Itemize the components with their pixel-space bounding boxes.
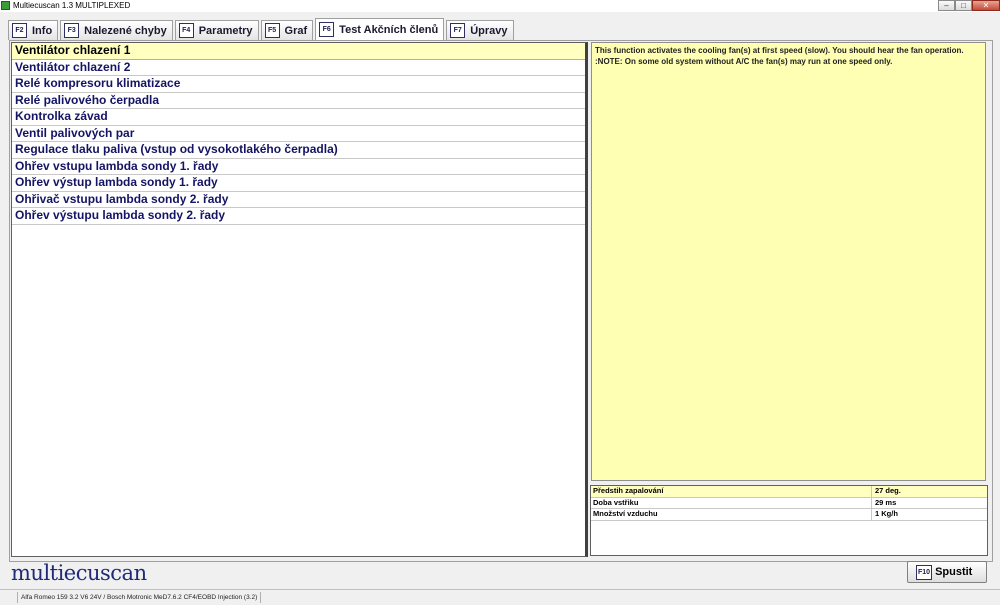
list-item[interactable]: Ohřivač vstupu lambda sondy 2. řady <box>12 192 585 208</box>
tab-label: Parametry <box>198 24 253 37</box>
description-panel: This function activates the cooling fan(… <box>591 42 986 481</box>
tab-graph[interactable]: F5 Graf <box>260 20 314 40</box>
tab-parameters[interactable]: F4 Parametry <box>174 20 259 40</box>
param-value: 27 deg. <box>875 486 901 495</box>
list-item[interactable]: Ohřev výstup lambda sondy 1. řady <box>12 175 585 192</box>
tab-faults[interactable]: F3 Nalezené chyby <box>60 20 173 40</box>
f5-key-icon: F5 <box>264 23 280 38</box>
window-controls: – □ ✕ <box>938 0 1000 11</box>
f3-key-icon: F3 <box>64 23 80 38</box>
f2-key-icon: F2 <box>12 23 27 38</box>
tab-label: Nalezené chyby <box>84 24 167 37</box>
title-bar: Multiecuscan 1.3 MULTIPLEXED – □ ✕ <box>0 0 1000 12</box>
list-item[interactable]: Ohřev výstupu lambda sondy 2. řady <box>12 208 585 225</box>
param-name: Doba vstřiku <box>591 497 872 508</box>
description-note: :NOTE: On some old system without A/C th… <box>595 57 893 66</box>
table-row[interactable]: Předstih zapalování 27 deg. <box>591 486 987 498</box>
tab-actuator-test[interactable]: F6 Test Akčních členů <box>315 18 445 40</box>
run-button-label: Spustit <box>935 566 973 578</box>
run-button[interactable]: F10 Spustit <box>907 561 987 583</box>
table-row[interactable]: Množství vzduchu 1 Kg/h <box>591 509 987 521</box>
tab-label: Graf <box>284 24 308 37</box>
tab-label: Info <box>32 24 53 37</box>
parameters-table: Předstih zapalování 27 deg. Doba vstřiku… <box>590 485 988 556</box>
f4-key-icon: F4 <box>178 23 194 38</box>
f6-key-icon: F6 <box>319 22 335 37</box>
tab-bar: F2 Info F3 Nalezené chyby F4 Parametry F… <box>8 18 516 40</box>
list-item[interactable]: Ventilátor chlazení 2 <box>12 60 585 76</box>
maximize-button[interactable]: □ <box>955 0 972 11</box>
tab-info[interactable]: F2 Info <box>8 20 59 40</box>
param-value: 29 ms <box>875 497 897 507</box>
minimize-button[interactable]: – <box>938 0 955 11</box>
close-button[interactable]: ✕ <box>972 0 1000 11</box>
list-item[interactable]: Kontrolka závad <box>12 109 585 126</box>
list-item[interactable]: Relé kompresoru klimatizace <box>12 76 585 93</box>
param-name: Předstih zapalování <box>591 486 872 497</box>
app-icon <box>1 1 10 10</box>
list-item[interactable]: Relé palivového čerpadla <box>12 93 585 109</box>
tab-label: Úpravy <box>470 24 508 37</box>
list-item[interactable]: Regulace tlaku paliva (vstup od vysokotl… <box>12 142 585 159</box>
list-item[interactable]: Ventilátor chlazení 1 <box>12 43 585 60</box>
window-title: Multiecuscan 1.3 MULTIPLEXED <box>13 1 131 10</box>
list-item[interactable]: Ohřev vstupu lambda sondy 1. řady <box>12 159 585 175</box>
f7-key-icon: F7 <box>450 23 466 38</box>
app-logo: multiecuscan <box>11 561 147 585</box>
param-value: 1 Kg/h <box>875 509 898 518</box>
actuator-list[interactable]: Ventilátor chlazení 1 Ventilátor chlazen… <box>11 42 588 557</box>
tab-adjustments[interactable]: F7 Úpravy <box>446 20 514 40</box>
list-item[interactable]: Ventil palivových par <box>12 126 585 142</box>
status-bar: Alfa Romeo 159 3.2 V6 24V / Bosch Motron… <box>0 589 1000 605</box>
param-name: Množství vzduchu <box>591 509 872 520</box>
table-row[interactable]: Doba vstřiku 29 ms <box>591 497 987 509</box>
description-line: This function activates the cooling fan(… <box>595 46 964 55</box>
f10-key-icon: F10 <box>916 564 933 580</box>
vehicle-status: Alfa Romeo 159 3.2 V6 24V / Bosch Motron… <box>17 592 262 603</box>
tab-label: Test Akčních členů <box>339 23 439 36</box>
